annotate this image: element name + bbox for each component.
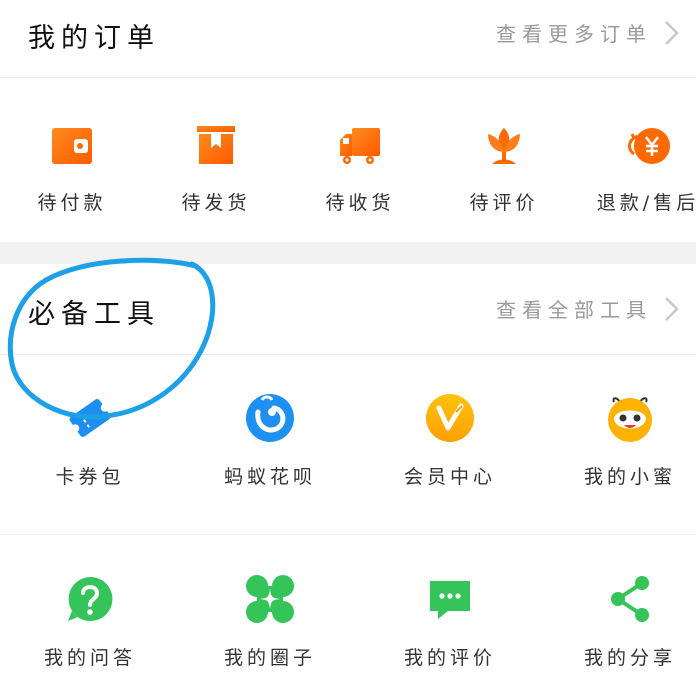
tools-title: 必备工具 [28,299,160,330]
ticket-icon [69,399,111,437]
view-all-tools-label: 查看全部工具 [496,298,652,322]
order-pending-shipment[interactable]: 待发货 [144,124,288,215]
tool-circle-label: 我的圈子 [223,647,316,669]
refund-yen-icon [628,128,670,164]
tool-share[interactable]: 我的分享 [540,573,696,670]
order-pending-payment-label: 待付款 [37,192,107,214]
tools-row-2: 我的问答 我的圈子 我的评价 我的分享 [0,535,696,673]
order-refund-label: 退款/售后 [596,192,696,214]
tool-reviews[interactable]: 我的评价 [360,573,540,670]
tool-membership-label: 会员中心 [403,466,496,488]
chevron-right-icon [665,20,679,45]
comment-icon [430,581,470,619]
tool-huabei[interactable]: 蚂蚁花呗 [180,392,360,489]
bee-mascot-icon [608,397,652,442]
orders-row: 待付款 待发货 待收货 待评价 退款/售后 [0,79,696,242]
flower-icon [488,128,520,164]
tool-membership[interactable]: 会员中心 [360,392,540,489]
tool-huabei-label: 蚂蚁花呗 [223,466,316,488]
circle-icon [246,575,294,623]
view-all-tools-link[interactable]: 查看全部工具 [496,294,682,323]
truck-icon [340,128,380,164]
order-pending-payment[interactable]: 待付款 [0,124,144,215]
share-icon [611,576,649,622]
package-icon [197,126,235,164]
tool-assistant-label: 我的小蜜 [583,466,676,488]
tool-qa[interactable]: 我的问答 [0,573,180,670]
view-all-orders-link[interactable]: 查看更多订单 [496,18,682,47]
order-pending-receipt-label: 待收货 [325,192,395,214]
order-pending-review[interactable]: 待评价 [432,124,576,215]
tool-assistant[interactable]: 我的小蜜 [540,392,696,489]
section-spacer [0,242,696,264]
order-pending-receipt[interactable]: 待收货 [288,124,432,215]
order-refund[interactable]: 退款/售后 [576,124,696,215]
order-pending-shipment-label: 待发货 [181,192,251,214]
orders-header: 我的订单 查看更多订单 [0,0,696,78]
tools-row-1: 卡券包 蚂蚁花呗 会员中心 我的小蜜 [0,356,696,534]
chevron-right-icon [665,296,679,321]
tool-coupons[interactable]: 卡券包 [0,392,180,489]
wallet-icon [52,128,92,164]
tool-reviews-label: 我的评价 [403,647,496,669]
huabei-icon [246,394,294,442]
tools-header: 必备工具 查看全部工具 [0,264,696,355]
orders-title: 我的订单 [28,23,160,54]
vip-icon [426,394,474,442]
question-icon [68,576,113,621]
order-pending-review-label: 待评价 [469,192,539,214]
tool-circle[interactable]: 我的圈子 [180,573,360,670]
view-all-orders-label: 查看更多订单 [496,22,652,46]
tool-coupons-label: 卡券包 [55,466,125,488]
tool-share-label: 我的分享 [583,647,676,669]
tool-qa-label: 我的问答 [43,647,136,669]
